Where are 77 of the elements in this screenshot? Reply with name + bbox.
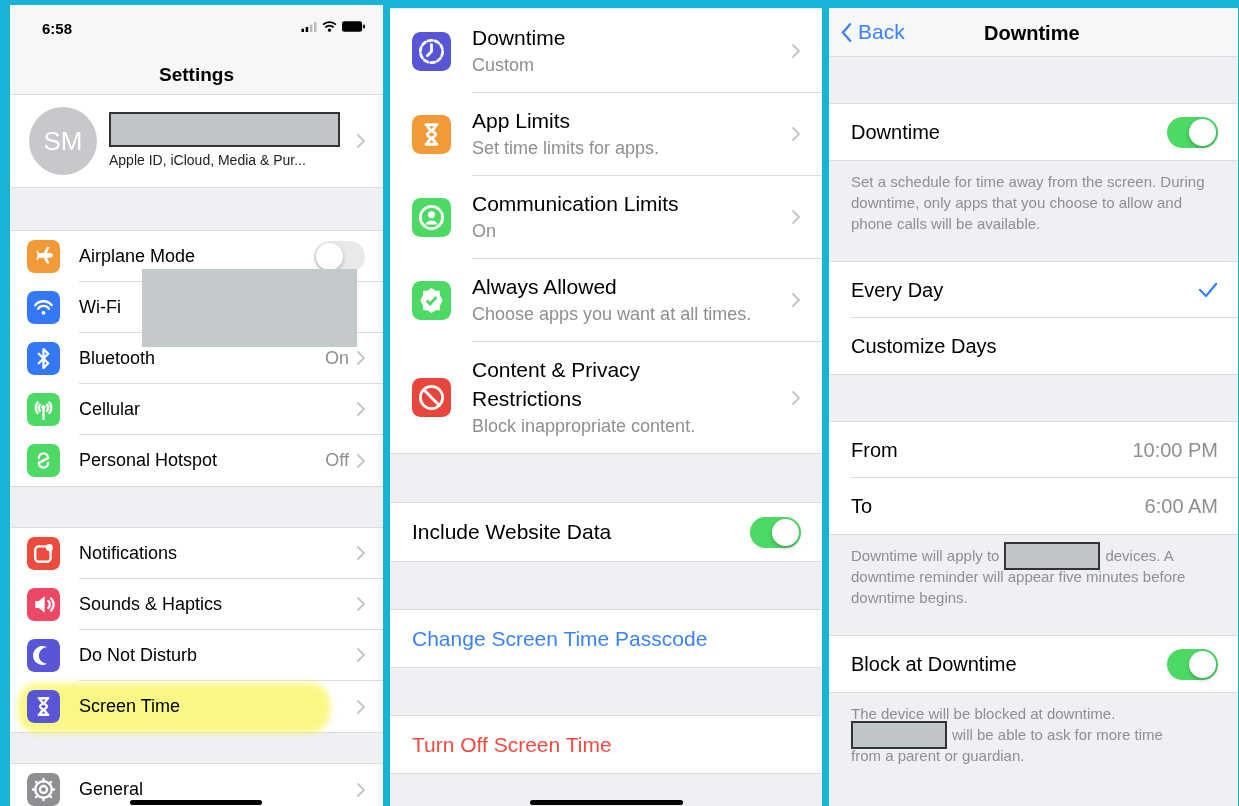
wifi-icon (322, 21, 337, 32)
setting-label: Downtime (851, 120, 941, 145)
footer-text: downtime reminder will appear five minutes before downtime begins. (851, 567, 1187, 608)
chevron-icon (357, 699, 365, 714)
setting-label: Include Website Data (412, 519, 613, 546)
nav-title: Downtime (984, 21, 1080, 46)
setting-label: Airplane Mode (79, 244, 196, 268)
chevron-icon (357, 453, 365, 468)
row-title: Downtime (472, 25, 567, 51)
chevron-icon (792, 210, 800, 224)
toggle-switch[interactable] (1167, 116, 1218, 148)
chevron-left-icon (841, 21, 852, 43)
chevron-icon (357, 546, 365, 560)
profile-subtitle: Apple ID, iCloud, Media & Pur... (109, 150, 307, 170)
toggle-switch[interactable] (1167, 648, 1218, 680)
row-title: Communication Limits (472, 191, 680, 217)
row-title: Always Allowed (472, 274, 618, 300)
downtime-row[interactable]: Every Day (829, 262, 1238, 318)
downtime-row[interactable]: From 10:00 PM (829, 422, 1238, 478)
chevron-icon (357, 782, 365, 797)
signal-icon (301, 21, 317, 32)
downtime-row[interactable]: Block at Downtime (829, 636, 1238, 692)
chevron-icon (792, 390, 800, 405)
row-title: Content & Privacy Restrictions (472, 357, 642, 412)
setting-label: Notifications (79, 541, 178, 565)
setting-label: Screen Time (79, 695, 181, 718)
chevron-icon (357, 648, 365, 662)
setting-label: Sounds & Haptics (79, 592, 223, 616)
chevron-icon (357, 351, 365, 365)
row-subtitle: Set time limits for apps. (472, 137, 661, 160)
setting-label: Do Not Disturb (79, 643, 198, 667)
setting-label: From (851, 437, 899, 463)
setting-value: 10:00 PM (1132, 437, 1218, 463)
menu-row[interactable]: Content & Privacy Restrictions Block inappropriate content. (390, 342, 822, 453)
setting-label: General (79, 778, 144, 801)
downtime-row[interactable]: Downtime (829, 104, 1238, 160)
setting-label: Cellular (79, 397, 141, 421)
menu-row[interactable]: Always Allowed Choose apps you want at all times. (390, 259, 822, 342)
screen-title: Settings (158, 63, 235, 87)
footer-text: will be able to ask for more time (952, 725, 1163, 745)
downtime-row[interactable]: Customize Days (829, 318, 1238, 374)
setting-label: Personal Hotspot (79, 449, 218, 472)
toggle-switch[interactable] (314, 240, 365, 272)
menu-row[interactable]: App Limits Set time limits for apps. (390, 93, 822, 176)
footer-text: Set a schedule for time away from the screen. During downtime, only apps that you choose to allow and phone calls will be available. (851, 172, 1206, 234)
chevron-icon (357, 402, 365, 416)
battery-icon (342, 21, 365, 32)
row-subtitle: Choose apps you want at all times. (472, 303, 752, 326)
setting-label: To (851, 494, 874, 519)
row-subtitle: On (472, 220, 497, 243)
avatar: SM (29, 107, 97, 175)
chevron-icon (792, 127, 800, 141)
setting-value: 6:00 AM (1144, 494, 1218, 519)
setting-label: Wi-Fi (79, 295, 121, 319)
setting-label: Every Day (851, 277, 945, 303)
chevron-icon (792, 293, 800, 307)
setting-label: Customize Days (851, 334, 998, 359)
menu-row[interactable]: Communication Limits On (390, 176, 822, 259)
profile-row[interactable]: SM Apple ID, iCloud, Media & Pur... (10, 95, 383, 188)
setting-value: On (325, 346, 349, 370)
setting-value: Off (325, 449, 349, 472)
menu-row[interactable]: Downtime Custom (390, 10, 822, 93)
status-time: 6:58 (42, 19, 73, 39)
setting-label: Bluetooth (79, 346, 156, 370)
chevron-icon (357, 134, 365, 148)
row-subtitle: Block inappropriate content. (472, 415, 697, 438)
toggle-switch[interactable] (750, 516, 801, 548)
chevron-icon (357, 597, 365, 611)
footer-text: from a parent or guardian. (851, 746, 1025, 766)
chevron-icon (792, 44, 800, 58)
footer-text: The device will be blocked at downtime. (851, 704, 1116, 724)
footer-text: Downtime will apply to (851, 546, 1000, 566)
row-subtitle: Custom (472, 54, 535, 77)
setting-label: Block at Downtime (851, 652, 1018, 677)
footer-text: devices. A (1105, 546, 1174, 566)
row-title: App Limits (472, 108, 572, 134)
downtime-row[interactable]: To 6:00 AM (829, 478, 1238, 534)
